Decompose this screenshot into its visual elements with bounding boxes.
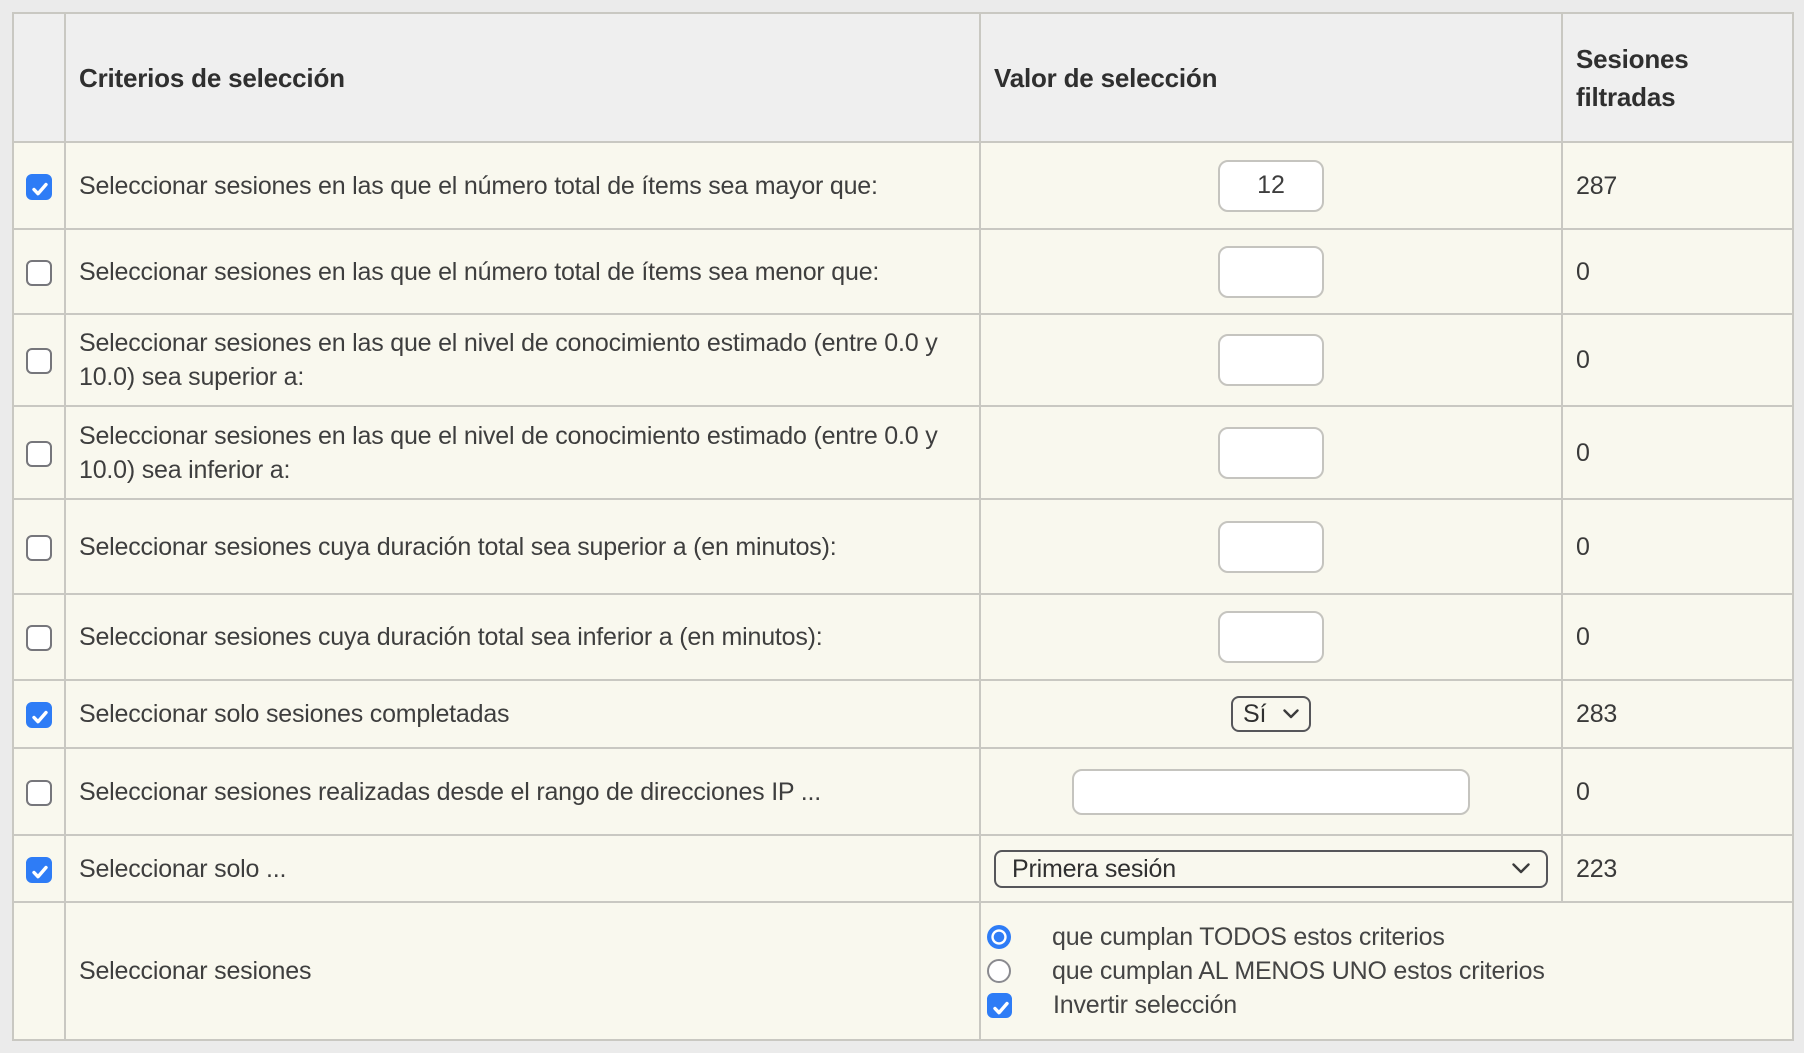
any-criteria-label: que cumplan AL MENOS UNO estos criterios: [1052, 954, 1545, 988]
filtered-count: 0: [1576, 258, 1590, 286]
session-kind-select[interactable]: Primera sesión: [994, 850, 1548, 888]
criterion-label: Seleccionar solo sesiones completadas: [79, 697, 509, 731]
filter-criteria-table: Criterios de selección Valor de selecció…: [12, 12, 1794, 1041]
criterion-checkbox[interactable]: [26, 348, 52, 374]
completed-sessions-select[interactable]: Sí: [1231, 696, 1311, 732]
table-row: Seleccionar solo ... Primera sesión 223: [13, 835, 1793, 902]
header-value: Valor de selección: [980, 13, 1562, 142]
check-icon: [30, 707, 50, 727]
ip-range-input[interactable]: [1072, 769, 1470, 815]
option-invert-selection: Invertir selección: [987, 988, 1782, 1022]
table-row: Seleccionar sesiones en las que el númer…: [13, 229, 1793, 314]
filtered-count: 0: [1576, 533, 1590, 561]
filtered-count: 0: [1576, 623, 1590, 651]
criterion-value-input[interactable]: [1218, 160, 1324, 212]
filtered-count: 0: [1576, 346, 1590, 374]
select-value: Primera sesión: [1012, 852, 1176, 886]
header-filtered-label: Sesiones filtradas: [1576, 44, 1689, 112]
criterion-label: Seleccionar solo ...: [79, 852, 286, 886]
criterion-label: Seleccionar sesiones en las que el nivel…: [79, 326, 969, 394]
filtered-count: 223: [1576, 855, 1617, 883]
criterion-label: Seleccionar sesiones en las que el nivel…: [79, 419, 969, 487]
header-criteria-label: Criterios de selección: [79, 63, 345, 93]
combine-criteria-row: Seleccionar sesiones que cumplan TODOS e…: [13, 902, 1793, 1040]
table-row: Seleccionar sesiones cuya duración total…: [13, 499, 1793, 594]
check-icon: [30, 179, 50, 199]
combine-options-cell: que cumplan TODOS estos criterios que cu…: [980, 902, 1793, 1040]
table-row: Seleccionar sesiones en las que el númer…: [13, 142, 1793, 229]
header-value-label: Valor de selección: [994, 63, 1217, 93]
invert-selection-checkbox[interactable]: [987, 993, 1012, 1018]
chevron-down-icon: [1512, 863, 1530, 874]
header-filtered: Sesiones filtradas: [1562, 13, 1793, 142]
header-checkbox-column: [13, 13, 65, 142]
criterion-checkbox[interactable]: [26, 535, 52, 561]
table-row: Seleccionar sesiones en las que el nivel…: [13, 314, 1793, 406]
criterion-value-input[interactable]: [1218, 334, 1324, 386]
check-icon: [30, 862, 50, 882]
criterion-checkbox[interactable]: [26, 260, 52, 286]
all-criteria-radio[interactable]: [987, 925, 1011, 949]
check-icon: [991, 998, 1011, 1018]
header-criteria: Criterios de selección: [65, 13, 980, 142]
table-row: Seleccionar solo sesiones completadas Sí…: [13, 680, 1793, 748]
criterion-checkbox[interactable]: [26, 857, 52, 883]
criterion-value-input[interactable]: [1218, 246, 1324, 298]
criterion-label: Seleccionar sesiones en las que el númer…: [79, 255, 879, 289]
criterion-label: Seleccionar sesiones en las que el númer…: [79, 169, 878, 203]
filtered-count: 283: [1576, 700, 1617, 728]
select-value: Sí: [1243, 697, 1266, 731]
table-row: Seleccionar sesiones en las que el nivel…: [13, 406, 1793, 499]
criterion-checkbox[interactable]: [26, 625, 52, 651]
session-filter-panel: Criterios de selección Valor de selecció…: [0, 0, 1804, 1053]
header-row: Criterios de selección Valor de selecció…: [13, 13, 1793, 142]
criterion-value-input[interactable]: [1218, 521, 1324, 573]
criterion-label: Seleccionar sesiones cuya duración total…: [79, 620, 823, 654]
any-criteria-radio[interactable]: [987, 959, 1011, 983]
filtered-count: 0: [1576, 778, 1590, 806]
option-all-criteria: que cumplan TODOS estos criterios: [987, 920, 1782, 954]
table-row: Seleccionar sesiones cuya duración total…: [13, 594, 1793, 680]
combine-criteria-label: Seleccionar sesiones: [79, 954, 311, 988]
criterion-checkbox[interactable]: [26, 174, 52, 200]
criterion-value-input[interactable]: [1218, 611, 1324, 663]
filtered-count: 287: [1576, 172, 1617, 200]
chevron-down-icon: [1283, 709, 1299, 719]
criterion-value-input[interactable]: [1218, 427, 1324, 479]
criterion-label: Seleccionar sesiones realizadas desde el…: [79, 775, 821, 809]
filtered-count: 0: [1576, 439, 1590, 467]
criterion-checkbox[interactable]: [26, 780, 52, 806]
criterion-label: Seleccionar sesiones cuya duración total…: [79, 530, 836, 564]
table-row: Seleccionar sesiones realizadas desde el…: [13, 748, 1793, 835]
criterion-checkbox[interactable]: [26, 702, 52, 728]
all-criteria-label: que cumplan TODOS estos criterios: [1052, 920, 1445, 954]
criterion-checkbox[interactable]: [26, 441, 52, 467]
invert-selection-label: Invertir selección: [1053, 988, 1237, 1022]
option-any-criteria: que cumplan AL MENOS UNO estos criterios: [987, 954, 1782, 988]
